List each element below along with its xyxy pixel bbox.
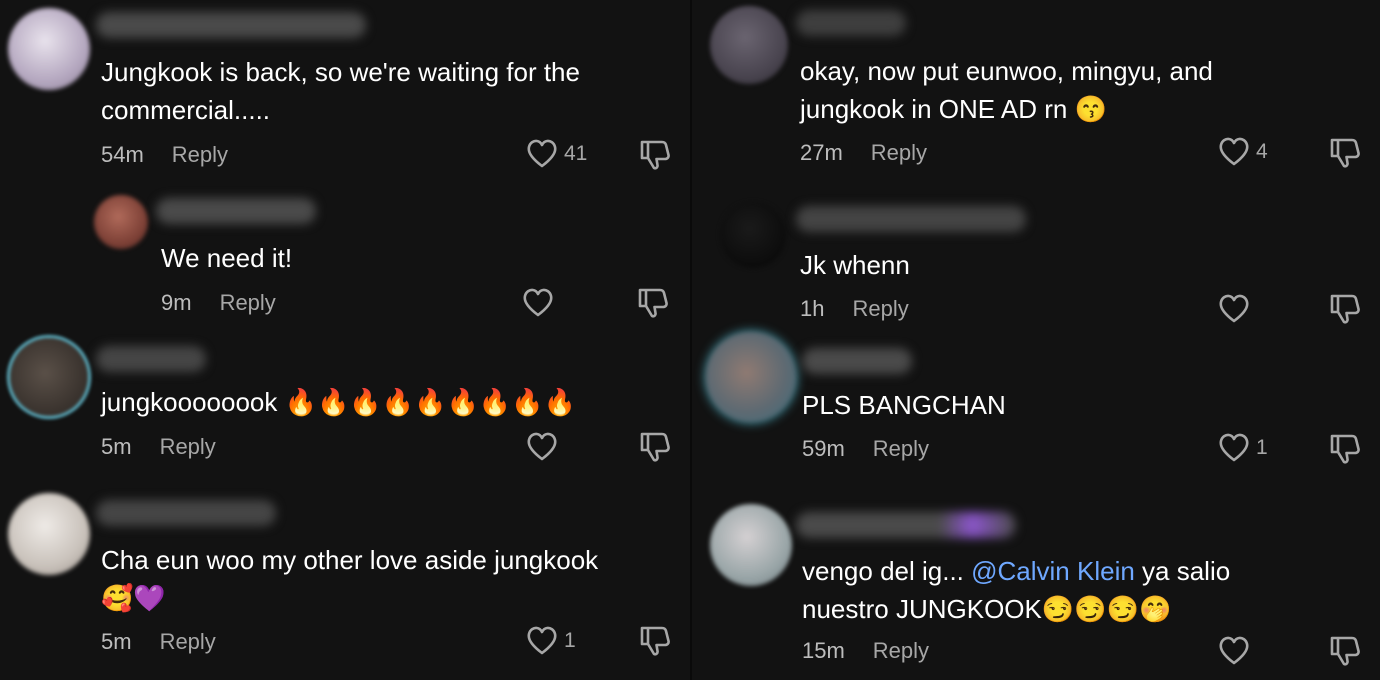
dislike-button[interactable]	[638, 138, 672, 177]
dislike-button[interactable]	[638, 624, 672, 663]
heart-outline-icon	[1218, 137, 1250, 167]
comment-time: 54m	[101, 142, 144, 167]
comment-text: jungkoooooook 🔥🔥🔥🔥🔥🔥🔥🔥🔥	[101, 387, 576, 417]
like-count: 4	[1256, 140, 1268, 163]
username-blurred[interactable]	[796, 10, 906, 36]
heart-outline-icon	[526, 139, 558, 169]
comment-time: 5m	[101, 434, 132, 459]
like-count: 1	[1256, 436, 1268, 459]
comment-meta: 27m Reply	[800, 140, 927, 166]
mention-link[interactable]: @Calvin Klein	[971, 556, 1135, 586]
like-button[interactable]	[526, 432, 564, 462]
like-count: 41	[564, 142, 588, 165]
comment-text: okay, now put eunwoo, mingyu, and jungko…	[800, 56, 1213, 124]
avatar[interactable]	[8, 8, 90, 90]
reply-button[interactable]: Reply	[852, 296, 908, 321]
username-blurred[interactable]	[802, 348, 912, 374]
comment-time: 9m	[161, 290, 192, 315]
avatar[interactable]	[720, 202, 786, 268]
comment-time: 5m	[101, 629, 132, 654]
comment-meta: 1h Reply	[800, 296, 909, 322]
comments-column-left: Jungkook is back, so we're waiting for t…	[0, 0, 690, 680]
avatar[interactable]	[710, 504, 792, 586]
heart-outline-icon	[526, 432, 558, 462]
comment-meta: 15m Reply	[802, 638, 929, 664]
thumbs-down-icon	[638, 140, 672, 176]
like-button[interactable]	[1218, 636, 1256, 666]
comment-time: 15m	[802, 638, 845, 663]
comment-meta: 9m Reply	[161, 290, 276, 316]
thumbs-down-icon	[638, 432, 672, 468]
comment-time: 59m	[802, 436, 845, 461]
reply-button[interactable]: Reply	[172, 142, 228, 167]
avatar[interactable]	[706, 332, 796, 422]
heart-outline-icon	[522, 288, 554, 318]
comment-text-start: vengo del ig...	[802, 556, 972, 586]
dislike-button[interactable]	[1328, 432, 1362, 471]
thumbs-down-icon	[1328, 636, 1362, 672]
dislike-button[interactable]	[1328, 292, 1362, 331]
reply-button[interactable]: Reply	[873, 436, 929, 461]
thumbs-down-icon	[638, 626, 672, 662]
username-blurred[interactable]	[796, 206, 1026, 232]
like-count: 1	[564, 629, 576, 652]
thumbs-down-icon	[1328, 138, 1362, 174]
username-blurred[interactable]	[796, 512, 1016, 538]
like-button[interactable]	[1218, 294, 1256, 324]
heart-outline-icon	[526, 626, 558, 656]
heart-outline-icon	[1218, 433, 1250, 463]
dislike-button[interactable]	[1328, 634, 1362, 673]
username-blurred[interactable]	[96, 500, 276, 526]
like-button[interactable]	[522, 288, 560, 318]
thumbs-down-icon	[1328, 294, 1362, 330]
like-button[interactable]: 41	[526, 139, 587, 169]
like-button[interactable]: 1	[526, 626, 576, 656]
reply-button[interactable]: Reply	[160, 629, 216, 654]
reply-button[interactable]: Reply	[873, 638, 929, 663]
reply-button[interactable]: Reply	[160, 434, 216, 459]
like-button[interactable]: 4	[1218, 137, 1268, 167]
thumbs-down-icon	[1328, 434, 1362, 470]
comments-column-right: okay, now put eunwoo, mingyu, and jungko…	[692, 0, 1380, 680]
heart-outline-icon	[1218, 636, 1250, 666]
comment-text: vengo del ig... @Calvin Klein ya salio n…	[802, 552, 1230, 628]
comment-text: PLS BANGCHAN	[802, 390, 1006, 420]
dislike-button[interactable]	[636, 286, 670, 325]
comment-text: Cha eun woo my other love aside jungkook…	[101, 545, 599, 613]
comment-text: We need it!	[161, 243, 293, 273]
comment-meta: 54m Reply	[101, 142, 228, 168]
avatar[interactable]	[8, 493, 90, 575]
dislike-button[interactable]	[1328, 136, 1362, 175]
comment-text: Jk whenn	[800, 250, 910, 280]
like-button[interactable]: 1	[1218, 433, 1268, 463]
dislike-button[interactable]	[638, 430, 672, 469]
avatar[interactable]	[10, 338, 88, 416]
comment-time: 1h	[800, 296, 825, 321]
comment-text: Jungkook is back, so we're waiting for t…	[101, 57, 580, 125]
comment-meta: 59m Reply	[802, 436, 929, 462]
comment-meta: 5m Reply	[101, 434, 216, 460]
thumbs-down-icon	[636, 288, 670, 324]
comment-meta: 5m Reply	[101, 629, 216, 655]
heart-outline-icon	[1218, 294, 1250, 324]
username-blurred[interactable]	[156, 198, 316, 224]
avatar[interactable]	[94, 195, 148, 249]
username-blurred[interactable]	[96, 12, 366, 38]
avatar[interactable]	[710, 6, 788, 84]
username-blurred[interactable]	[96, 346, 206, 372]
reply-button[interactable]: Reply	[220, 290, 276, 315]
reply-button[interactable]: Reply	[871, 140, 927, 165]
comment-time: 27m	[800, 140, 843, 165]
